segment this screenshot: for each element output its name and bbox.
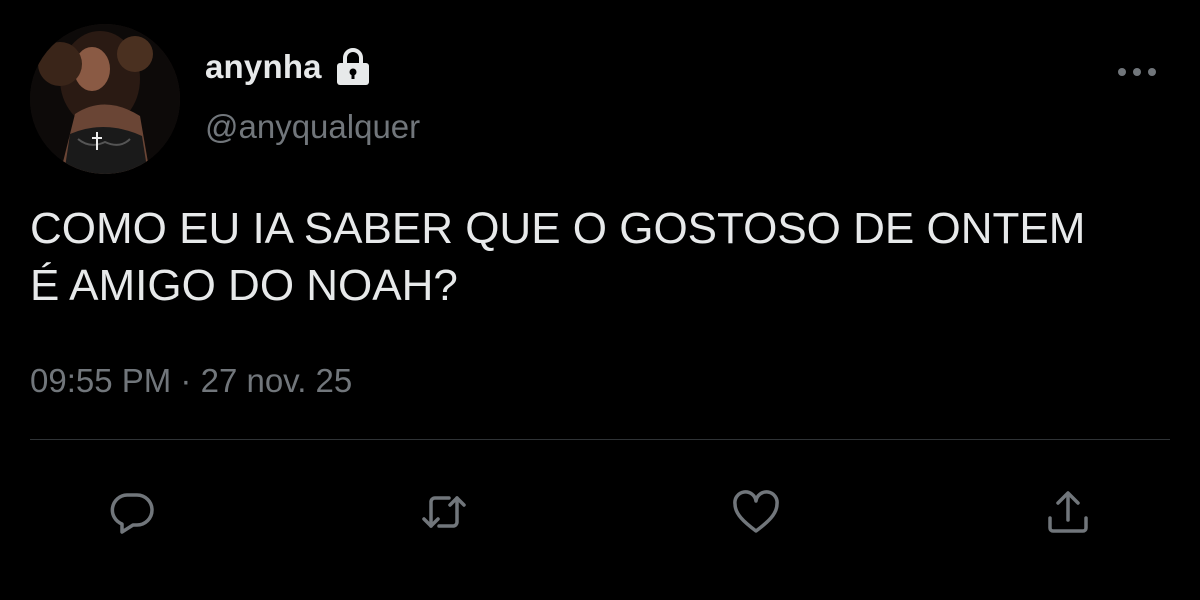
- handle[interactable]: @anyqualquer: [205, 108, 420, 146]
- tweet-card: anynha @anyqualquer COMO EU IA SABER QUE…: [0, 0, 1200, 600]
- retweet-icon: [422, 496, 466, 528]
- tweet-meta: 09:55 PM · 27 nov. 25: [30, 362, 352, 400]
- author-name-row[interactable]: anynha: [205, 45, 372, 89]
- tweet-text: COMO EU IA SABER QUE O GOSTOSO DE ONTEM …: [30, 204, 1086, 310]
- avatar[interactable]: [30, 24, 180, 174]
- reply-icon: [110, 493, 154, 534]
- reply-button[interactable]: [104, 484, 160, 540]
- more-icon[interactable]: [1112, 60, 1162, 84]
- display-name[interactable]: anynha: [205, 48, 322, 86]
- meta-separator: ·: [180, 362, 192, 399]
- retweet-button[interactable]: [416, 484, 472, 540]
- tweet-date[interactable]: 27 nov. 25: [201, 362, 353, 399]
- avatar-photo: [30, 24, 180, 174]
- heart-icon: [733, 490, 779, 533]
- share-icon: [1048, 491, 1088, 533]
- tweet-time[interactable]: 09:55 PM: [30, 362, 171, 399]
- lock-icon: [334, 47, 372, 87]
- share-button[interactable]: [1040, 484, 1096, 540]
- divider: [30, 439, 1170, 440]
- like-button[interactable]: [728, 484, 784, 540]
